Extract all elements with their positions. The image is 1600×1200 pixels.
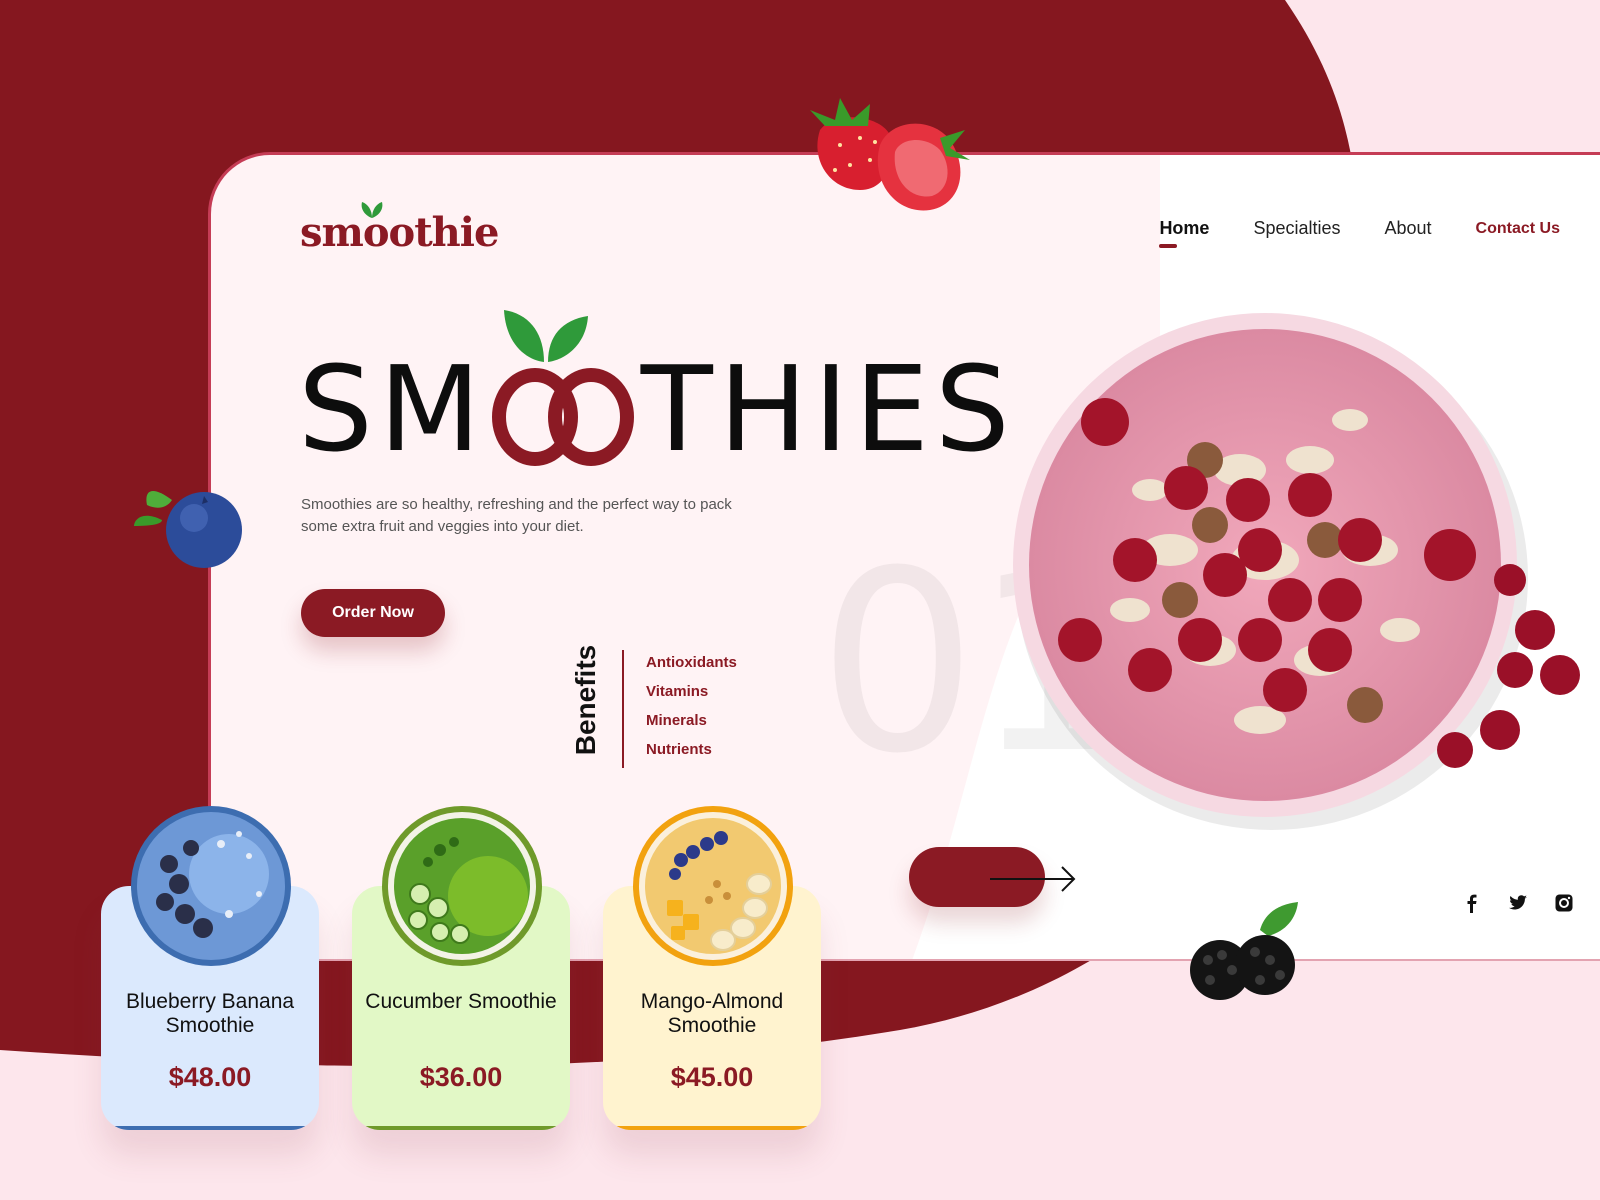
logo-leaf-icon [361,202,383,218]
oo-rings-icon [491,368,634,466]
mango-smoothie-image [633,806,793,966]
strawberry-image [810,98,970,211]
product-accent-bar [352,1126,570,1130]
nav-about[interactable]: About [1385,218,1432,239]
hero-title-oo [491,350,637,468]
logo-text: smoothie [300,209,499,256]
hero-title-right: THIES [640,340,1016,478]
nav-specialties[interactable]: Specialties [1253,218,1340,239]
benefit-item: Nutrients [646,741,712,758]
blueberry-image [134,490,242,568]
facebook-icon[interactable] [1462,893,1482,913]
arrow-right-icon[interactable] [988,864,1078,894]
hero-title-left: SM [298,340,487,478]
nav-contact[interactable]: Contact Us [1476,220,1560,238]
product-accent-bar [603,1126,821,1130]
product-price: $45.00 [670,1062,754,1092]
benefit-item: Antioxidants [646,654,737,671]
hero-title: SM THIES [298,350,1016,468]
main-nav: Home Specialties About Contact Us [1159,218,1560,248]
social-links [1462,893,1574,913]
benefit-item: Minerals [646,712,707,729]
nav-home[interactable]: Home [1159,218,1209,248]
brand-logo[interactable]: smoothie [300,200,499,256]
hero-subtitle: Smoothies are so healthy, refreshing and… [301,496,732,535]
smoothie-bowl-image [1013,313,1580,830]
product-name: Mango-Almond Smoothie [640,990,784,1037]
twitter-icon[interactable] [1508,893,1528,913]
product-accent-bar [101,1126,319,1130]
page: smoothie Home Specialties About Contact … [0,0,1600,1200]
product-name: Cucumber Smoothie [365,990,557,1013]
leaves-icon [504,310,588,362]
cucumber-smoothie-image [382,806,542,966]
order-now-button[interactable]: Order Now [301,589,445,637]
benefit-item: Vitamins [646,683,709,700]
product-price: $36.00 [419,1062,503,1092]
product-name: Blueberry Banana Smoothie [125,990,295,1037]
product-price: $48.00 [168,1062,252,1092]
blackberry-image [1190,902,1298,1000]
benefits-list: Antioxidants Vitamins Minerals Nutrients [646,654,737,770]
instagram-icon[interactable] [1554,893,1574,913]
benefits-divider [622,650,624,768]
blueberry-smoothie-image [131,806,291,966]
benefits-label: Benefits [570,644,601,756]
